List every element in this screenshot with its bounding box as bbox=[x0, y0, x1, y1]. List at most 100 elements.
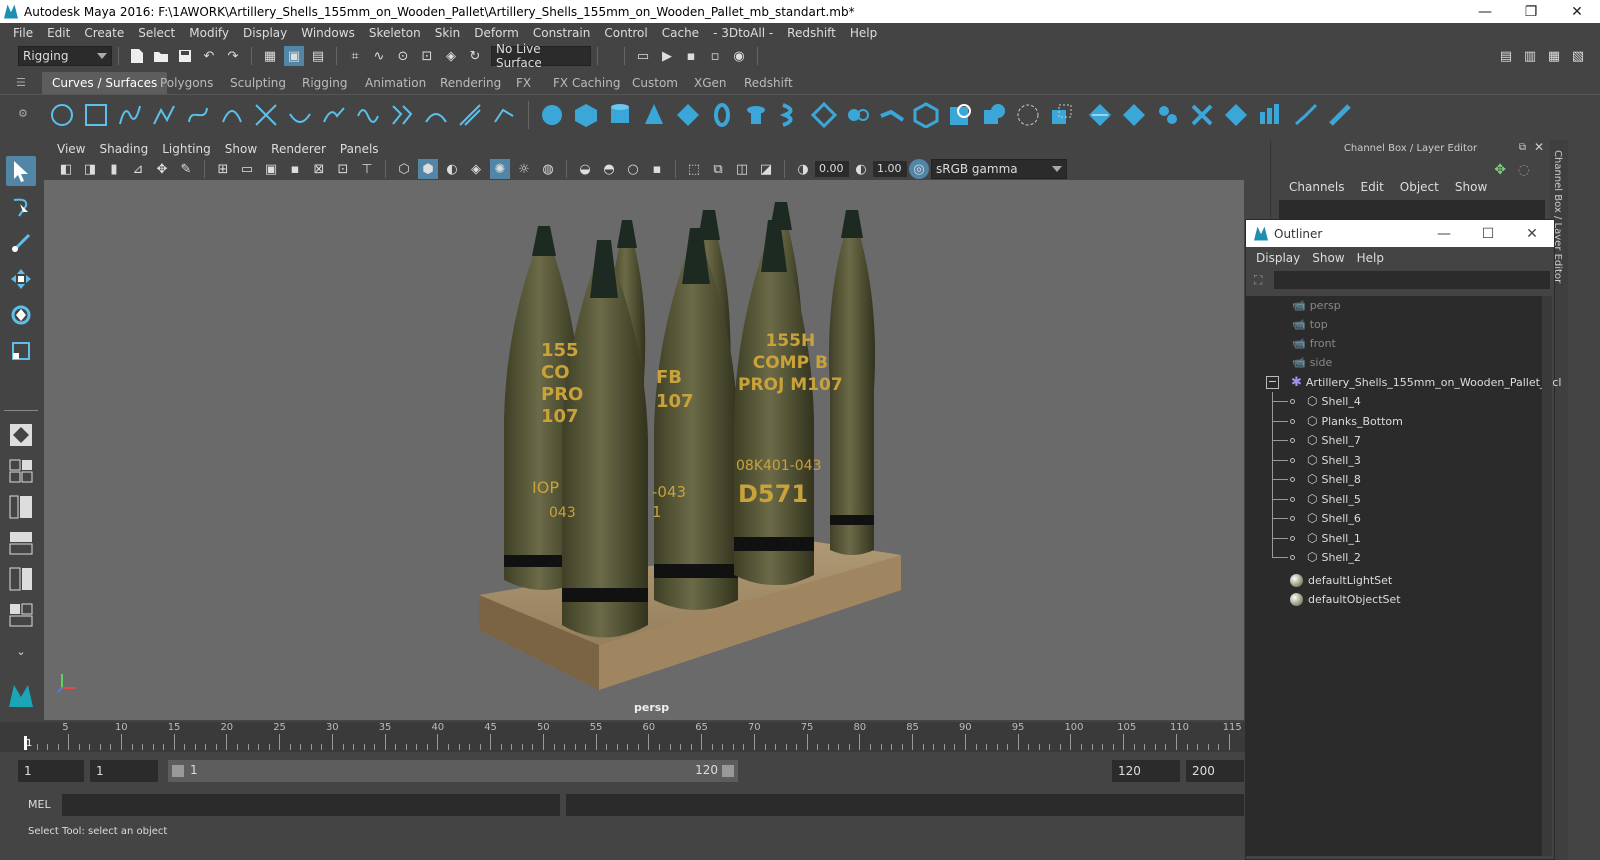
maya-home-icon[interactable] bbox=[6, 680, 36, 710]
boundary-icon[interactable] bbox=[912, 101, 940, 129]
menu-redshift[interactable]: Redshift bbox=[780, 26, 843, 40]
snap-point-icon[interactable]: ⊙ bbox=[393, 46, 413, 66]
save-scene-icon[interactable] bbox=[175, 46, 195, 66]
move-pivot-icon[interactable]: ✥ bbox=[1494, 162, 1506, 178]
more-layouts-icon[interactable]: ⌄ bbox=[6, 636, 36, 666]
rebuild-curve-icon[interactable] bbox=[456, 101, 484, 129]
panel-menu-lighting[interactable]: Lighting bbox=[155, 142, 218, 156]
gate-mask-icon[interactable]: ▪ bbox=[285, 159, 305, 179]
four-view-layout-icon[interactable] bbox=[6, 456, 36, 486]
snap-grid-icon[interactable]: ⌗ bbox=[345, 46, 365, 66]
sculpt-geometry-icon[interactable] bbox=[1188, 101, 1216, 129]
menu-modify[interactable]: Modify bbox=[182, 26, 236, 40]
select-component-icon[interactable]: ▤ bbox=[308, 46, 328, 66]
extend-curve-icon[interactable] bbox=[388, 101, 416, 129]
outliner-menu-help[interactable]: Help bbox=[1351, 251, 1390, 265]
wireframe-on-shaded-icon[interactable]: ◐ bbox=[442, 159, 462, 179]
ambient-occlusion-icon[interactable]: ◍ bbox=[538, 159, 558, 179]
menu-windows[interactable]: Windows bbox=[294, 26, 362, 40]
extrude-icon[interactable] bbox=[844, 101, 872, 129]
gamma-icon[interactable]: ◐ bbox=[851, 159, 871, 179]
tab-rigging[interactable]: Rigging bbox=[292, 72, 357, 94]
list-item[interactable]: 📹 persp bbox=[1292, 296, 1341, 315]
menu-create[interactable]: Create bbox=[77, 26, 131, 40]
outliner-scrollbar[interactable] bbox=[1542, 296, 1552, 856]
cb-menu-channels[interactable]: Channels bbox=[1281, 180, 1353, 194]
scale-tool-icon[interactable] bbox=[6, 336, 36, 366]
outliner-minimize-button[interactable]: — bbox=[1422, 226, 1466, 242]
attach-curves-icon[interactable] bbox=[286, 101, 314, 129]
collapse-icon[interactable]: − bbox=[1266, 376, 1279, 389]
panel-menu-panels[interactable]: Panels bbox=[333, 142, 386, 156]
menu-3dtoall[interactable]: - 3DtoAll - bbox=[706, 26, 780, 40]
menu-file[interactable]: File bbox=[6, 26, 40, 40]
menu-control[interactable]: Control bbox=[597, 26, 654, 40]
nurbs-cylinder-icon[interactable] bbox=[606, 101, 634, 129]
single-perspective-layout-icon[interactable] bbox=[6, 420, 36, 450]
planar-icon[interactable] bbox=[810, 101, 838, 129]
tab-curves-surfaces[interactable]: Curves / Surfaces bbox=[42, 72, 168, 94]
outliner-menu-show[interactable]: Show bbox=[1306, 251, 1350, 265]
backface-culling-icon[interactable]: ◪ bbox=[756, 159, 776, 179]
tab-sculpting[interactable]: Sculpting bbox=[220, 72, 296, 94]
loft-icon[interactable] bbox=[776, 101, 804, 129]
pencil-curve-icon[interactable] bbox=[218, 101, 246, 129]
motion-blur-icon[interactable]: ◒ bbox=[575, 159, 595, 179]
list-item[interactable]: 📹 front bbox=[1292, 334, 1336, 353]
untrim-icon[interactable] bbox=[1120, 101, 1148, 129]
outliner-menu-display[interactable]: Display bbox=[1250, 251, 1306, 265]
list-item[interactable]: ⬡ Planks_Bottom bbox=[1272, 412, 1403, 431]
hypershade-icon[interactable]: ◉ bbox=[729, 46, 749, 66]
open-scene-icon[interactable] bbox=[151, 46, 171, 66]
graph-layout-icon[interactable] bbox=[6, 528, 36, 558]
menu-skeleton[interactable]: Skeleton bbox=[362, 26, 428, 40]
tool-settings-toggle-icon[interactable]: ▦ bbox=[1544, 46, 1564, 66]
field-chart-icon[interactable]: ⊠ bbox=[309, 159, 329, 179]
smooth-shade-icon[interactable]: ⬢ bbox=[418, 159, 438, 179]
list-item[interactable]: ⬡ Shell_7 bbox=[1272, 431, 1361, 450]
brush-icon[interactable] bbox=[1292, 101, 1320, 129]
list-item[interactable]: 📹 top bbox=[1292, 315, 1328, 334]
snap-curve-icon[interactable]: ∿ bbox=[369, 46, 389, 66]
add-points-icon[interactable] bbox=[490, 101, 518, 129]
playback-start-field[interactable]: 1 bbox=[90, 760, 158, 782]
insert-knot-icon[interactable] bbox=[354, 101, 382, 129]
color-management-icon[interactable]: ◎ bbox=[909, 159, 929, 179]
script-language-label[interactable]: MEL bbox=[28, 798, 51, 811]
end-frame-field[interactable]: 200 bbox=[1186, 760, 1244, 782]
range-slider[interactable]: 1 120 bbox=[168, 760, 738, 782]
menu-deform[interactable]: Deform bbox=[467, 26, 526, 40]
isolate-select-icon[interactable]: ▪ bbox=[647, 159, 667, 179]
bookmark-icon[interactable]: ▮ bbox=[104, 159, 124, 179]
shadows-icon[interactable]: ☼ bbox=[514, 159, 534, 179]
menu-display[interactable]: Display bbox=[236, 26, 294, 40]
viewport-persp[interactable]: 155 CO PRO 107 IOP 043 FB 107 -043 1 155… bbox=[44, 180, 1244, 720]
reset-icon[interactable]: ◌ bbox=[1518, 162, 1530, 178]
anti-aliasing-icon[interactable]: ◓ bbox=[599, 159, 619, 179]
hypershade-layout-icon[interactable] bbox=[6, 600, 36, 630]
film-gate-icon[interactable]: ▭ bbox=[237, 159, 257, 179]
paint-select-icon[interactable] bbox=[6, 228, 36, 258]
tab-polygons[interactable]: Polygons bbox=[150, 72, 223, 94]
list-item[interactable]: defaultLightSet bbox=[1290, 571, 1392, 590]
select-object-icon[interactable]: ▣ bbox=[284, 46, 304, 66]
minimize-button[interactable]: — bbox=[1462, 4, 1508, 20]
two-d-pan-icon[interactable]: ✥ bbox=[152, 159, 172, 179]
nurbs-torus-icon[interactable] bbox=[708, 101, 736, 129]
tab-rendering[interactable]: Rendering bbox=[430, 72, 511, 94]
tab-animation[interactable]: Animation bbox=[355, 72, 436, 94]
list-item[interactable]: ⬡ Shell_1 bbox=[1272, 529, 1361, 548]
resolution-gate-icon[interactable]: ▣ bbox=[261, 159, 281, 179]
time-slider[interactable]: 5 10 15 20 25 30 35 40 45 50 55 60 65 70 75 80 85 90 95 100… bbox=[0, 722, 1245, 752]
surface-editing-icon[interactable] bbox=[1222, 101, 1250, 129]
snap-surface-icon[interactable]: ◈ bbox=[441, 46, 461, 66]
detach-curves-icon[interactable] bbox=[320, 101, 348, 129]
maximize-button[interactable]: ❐ bbox=[1508, 4, 1554, 20]
tab-custom[interactable]: Custom bbox=[622, 72, 688, 94]
birail-icon[interactable] bbox=[878, 101, 906, 129]
nurbs-square-icon[interactable] bbox=[82, 101, 110, 129]
image-plane-icon[interactable]: ⊿ bbox=[128, 159, 148, 179]
move-tool-icon[interactable] bbox=[6, 264, 36, 294]
rotate-tool-icon[interactable] bbox=[6, 300, 36, 330]
panel-menu-view[interactable]: View bbox=[50, 142, 92, 156]
